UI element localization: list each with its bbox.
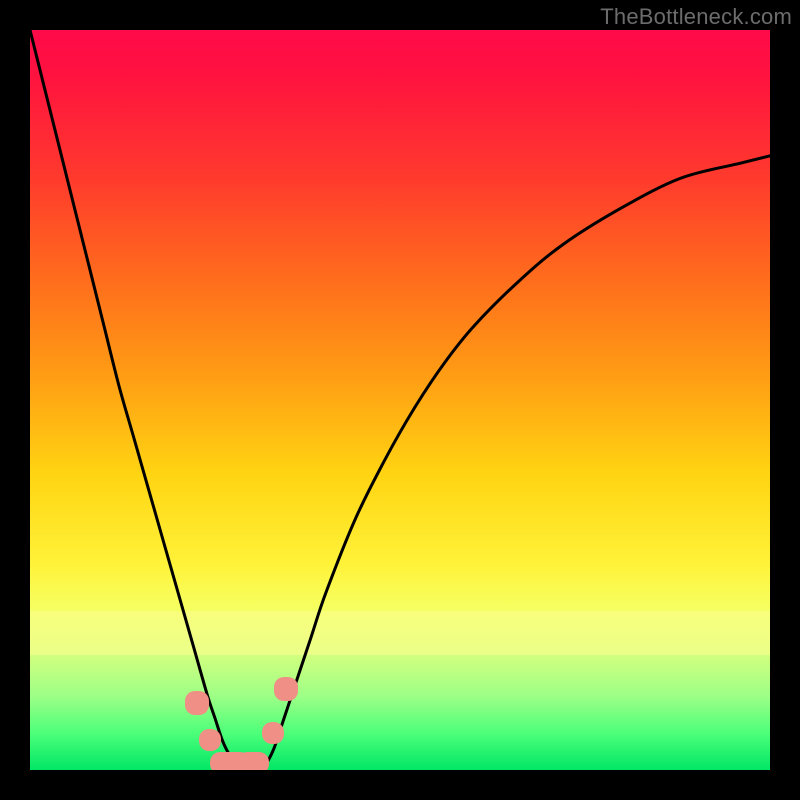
curve-marker [199,729,221,751]
watermark-text: TheBottleneck.com [600,4,792,30]
curve-marker [274,677,298,701]
marker-layer [30,30,770,770]
plot-area [30,30,770,770]
curve-marker [237,752,269,770]
curve-marker [185,691,209,715]
curve-marker [262,722,284,744]
chart-frame: TheBottleneck.com [0,0,800,800]
